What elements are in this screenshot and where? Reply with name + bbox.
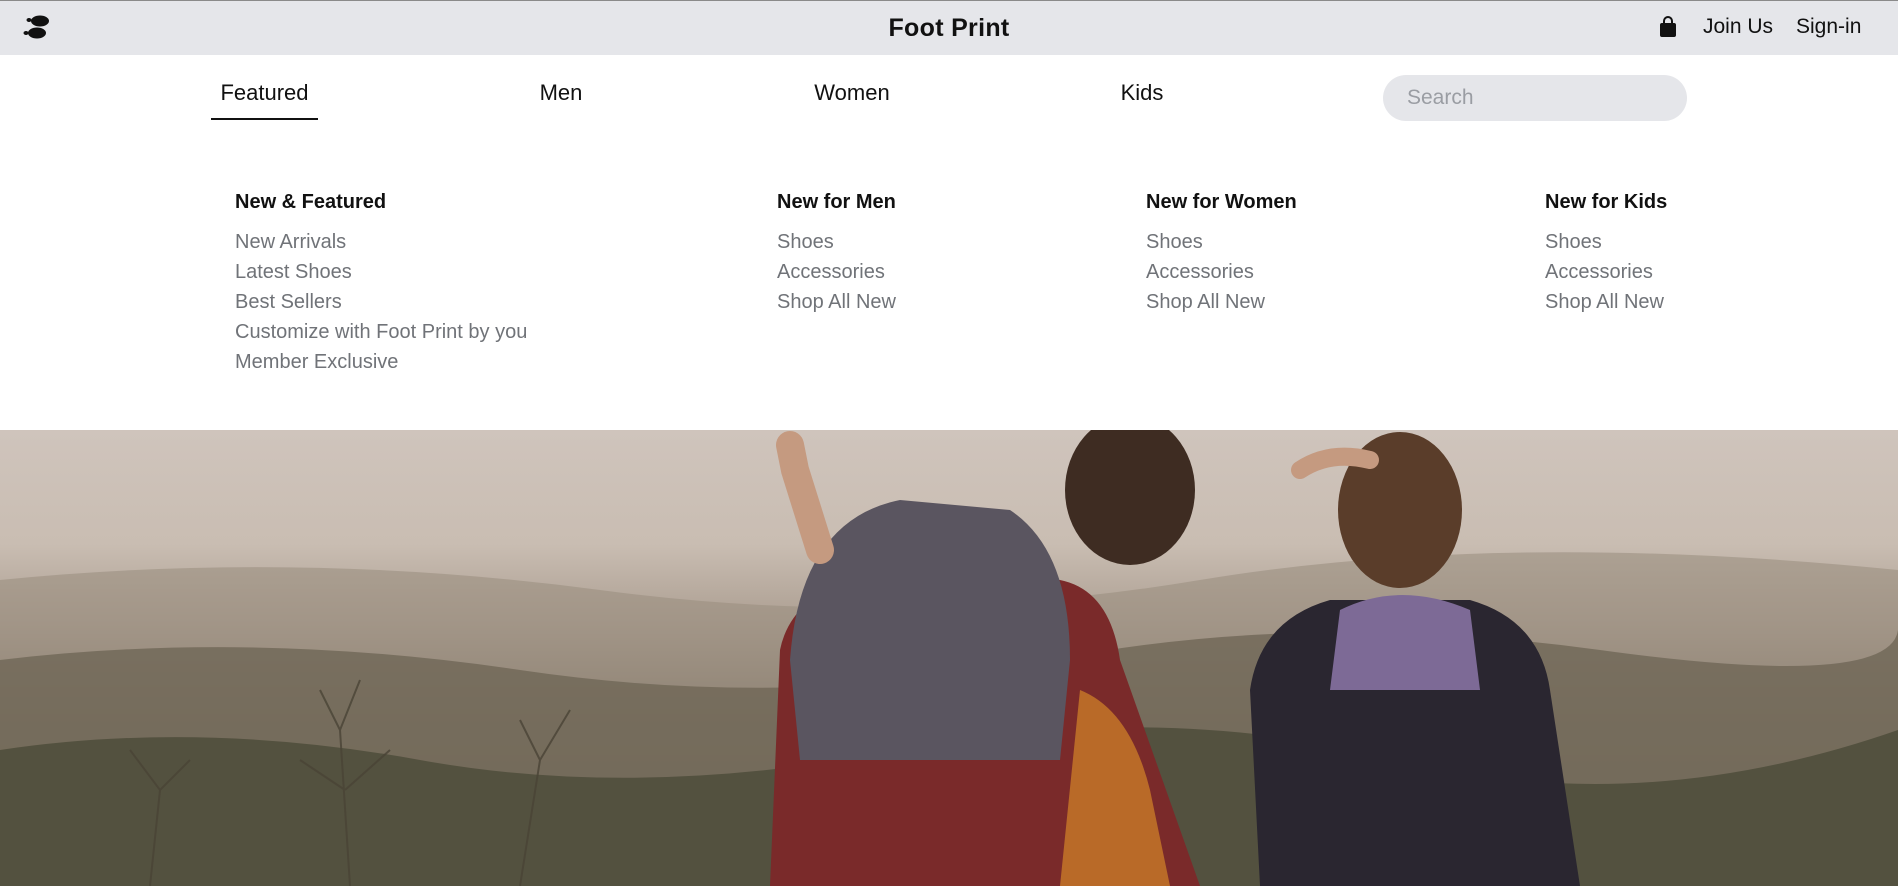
menu-heading: New for Men [777, 191, 896, 213]
menu-heading: New & Featured [235, 191, 387, 213]
menu-link-best-sellers[interactable]: Best Sellers [235, 287, 527, 317]
tab-men[interactable]: Men [523, 80, 599, 106]
menu-heading: New for Women [1146, 191, 1297, 213]
menu-link-kids-shoes[interactable]: Shoes [1545, 227, 1667, 257]
menu-column-kids: New for Kids Shoes Accessories Shop All … [1545, 189, 1667, 317]
menu-heading: New for Kids [1545, 191, 1668, 213]
tab-kids[interactable]: Kids [1112, 80, 1172, 106]
tab-women[interactable]: Women [808, 80, 896, 106]
menu-link-women-shop-all-new[interactable]: Shop All New [1146, 287, 1297, 317]
menu-column-featured: New & Featured New Arrivals Latest Shoes… [235, 189, 527, 377]
hero-image [0, 430, 1898, 886]
brand-title: Foot Print [888, 14, 1010, 42]
hikers-illustration [0, 430, 1898, 886]
menu-link-kids-accessories[interactable]: Accessories [1545, 257, 1667, 287]
shopping-bag-icon[interactable] [1658, 16, 1678, 38]
menu-link-women-accessories[interactable]: Accessories [1146, 257, 1297, 287]
menu-link-women-shoes[interactable]: Shoes [1146, 227, 1297, 257]
menu-column-men: New for Men Shoes Accessories Shop All N… [777, 189, 896, 317]
menu-link-men-shoes[interactable]: Shoes [777, 227, 896, 257]
join-us-link[interactable]: Join Us [1703, 15, 1773, 39]
menu-column-women: New for Women Shoes Accessories Shop All… [1146, 189, 1297, 317]
top-bar: Foot Print Join Us Sign-in [0, 0, 1898, 55]
menu-link-new-arrivals[interactable]: New Arrivals [235, 227, 527, 257]
menu-link-customize[interactable]: Customize with Foot Print by you [235, 317, 527, 347]
footprints-icon[interactable] [22, 13, 56, 41]
sign-in-link[interactable]: Sign-in [1796, 15, 1861, 39]
menu-link-men-shop-all-new[interactable]: Shop All New [777, 287, 896, 317]
menu-link-member-exclusive[interactable]: Member Exclusive [235, 347, 527, 377]
menu-link-kids-shop-all-new[interactable]: Shop All New [1545, 287, 1667, 317]
search-input[interactable] [1383, 75, 1687, 121]
menu-link-latest-shoes[interactable]: Latest Shoes [235, 257, 527, 287]
menu-link-men-accessories[interactable]: Accessories [777, 257, 896, 287]
tab-featured[interactable]: Featured [211, 80, 318, 120]
